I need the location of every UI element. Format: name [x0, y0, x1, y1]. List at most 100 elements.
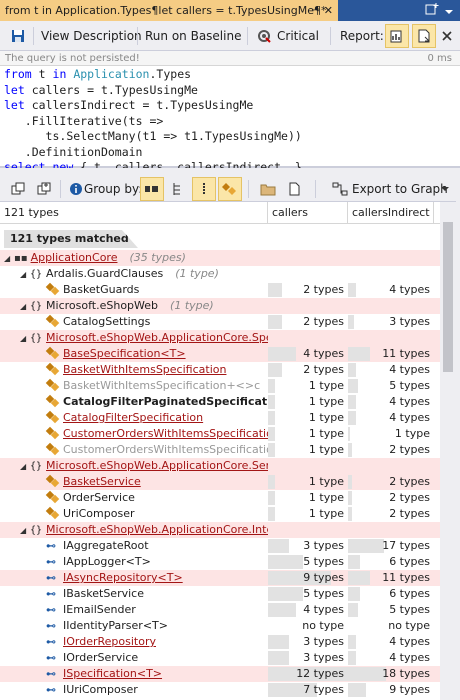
close-tab-icon[interactable]: ✕ [324, 0, 333, 21]
expand-all-icon[interactable] [32, 177, 56, 201]
critical-button[interactable]: Critical [277, 25, 319, 47]
table-row[interactable]: ◢{} Microsoft.eShopWeb.ApplicationCore.Se… [0, 458, 440, 474]
cell-value: 1 type [308, 427, 344, 440]
expander-icon[interactable]: ◢ [20, 331, 30, 346]
new-query-icon[interactable] [425, 2, 441, 19]
export-to-graph-button[interactable]: Export to Graph [352, 178, 448, 200]
expander-icon[interactable]: ◢ [20, 459, 30, 474]
critical-rule-icon[interactable] [252, 24, 276, 48]
callers-cell [268, 458, 348, 474]
row-name: IAsyncRepository<T> [63, 571, 183, 584]
export-dropdown-icon[interactable] [441, 178, 449, 200]
group-by-namespace-icon[interactable] [166, 177, 190, 201]
splitter[interactable] [0, 168, 460, 176]
value-bar [348, 411, 356, 425]
report-document-icon[interactable] [412, 24, 436, 48]
namespace-icon: {} [30, 301, 43, 312]
table-row[interactable]: ⊷ IUriComposer 7 types 9 types [0, 682, 440, 698]
table-row[interactable]: ⊷ IAppLogger<T> 5 types 6 types [0, 554, 440, 570]
close-panel-icon[interactable] [438, 24, 456, 48]
value-bar [268, 555, 303, 569]
callers-cell: 12 types [268, 666, 348, 682]
expander-icon[interactable]: ◢ [20, 299, 30, 314]
table-row[interactable]: ◢ ▪▪ ApplicationCore (35 types) [0, 250, 440, 266]
query-line[interactable]: from t in Application.Types [4, 67, 460, 83]
expander-icon[interactable]: ◢ [20, 523, 30, 538]
toolbar-separator [330, 27, 331, 45]
toolbar-separator [60, 180, 61, 198]
query-line[interactable]: .DefinitionDomain [4, 145, 460, 161]
dropdown-icon[interactable] [444, 5, 454, 19]
value-bar [268, 507, 275, 521]
table-row[interactable]: CatalogSettings 2 types 3 types [0, 314, 440, 330]
vertical-scrollbar[interactable] [440, 202, 456, 700]
view-description-button[interactable]: View Description [41, 25, 142, 47]
table-row[interactable]: OrderService 1 type 2 types [0, 490, 440, 506]
table-row[interactable]: BasketWithItemsSpecification+<>c 1 type 5 … [0, 378, 440, 394]
column-header-types[interactable]: 121 types [0, 202, 268, 224]
callers-indirect-cell: 17 types [348, 538, 432, 554]
query-line[interactable]: ts.SelectMany(t1 => t1.TypesUsingMe)) [4, 129, 460, 145]
group-by-assembly-icon[interactable] [140, 177, 164, 201]
class-icon [46, 491, 60, 503]
value-bar [348, 283, 356, 297]
toolbar-separator [137, 27, 138, 45]
column-header-callers-indirect[interactable]: callersIndirect [348, 202, 434, 224]
expander-icon[interactable]: ◢ [4, 251, 14, 266]
cell-value: 1 type [308, 395, 344, 408]
table-row[interactable]: CustomerOrdersWithItemsSpecification 1 ty… [0, 426, 440, 442]
group-by-member-icon[interactable] [218, 177, 242, 201]
callers-cell: 2 types [268, 314, 348, 330]
value-bar [348, 395, 356, 409]
collapse-all-icon[interactable] [6, 177, 30, 201]
query-line[interactable]: .FillIterative(ts => [4, 114, 460, 130]
expander-icon[interactable]: ◢ [20, 267, 30, 282]
table-row[interactable]: BaseSpecification<T> 4 types 11 types [0, 346, 440, 362]
table-row[interactable]: CatalogFilterPaginatedSpecification 1 typ… [0, 394, 440, 410]
table-row[interactable]: ◢{} Microsoft.eShopWeb (1 type) [0, 298, 440, 314]
query-line[interactable]: let callers = t.TypesUsingMe [4, 83, 460, 99]
run-on-baseline-button[interactable]: Run on Baseline [145, 25, 241, 47]
report-chart-icon[interactable] [385, 24, 409, 48]
class-icon [46, 315, 60, 327]
table-row[interactable]: UriComposer 1 type 2 types [0, 506, 440, 522]
table-row[interactable]: ◢{} Ardalis.GuardClauses (1 type) [0, 266, 440, 282]
query-line[interactable]: let callersIndirect = t.TypesUsingMe [4, 98, 460, 114]
pin-icon[interactable]: ⊸ [312, 0, 320, 21]
folder-icon[interactable] [256, 177, 280, 201]
scrollbar-thumb[interactable] [443, 222, 453, 372]
value-bar [348, 667, 386, 681]
row-name: UriComposer [63, 507, 135, 520]
value-bar [268, 363, 282, 377]
group-by-type-icon[interactable] [192, 177, 216, 201]
table-row[interactable]: ⊷ IAggregateRoot 3 types 17 types [0, 538, 440, 554]
table-row[interactable]: ⊷ IOrderRepository 3 types 4 types [0, 634, 440, 650]
query-editor[interactable]: from t in Application.Types let callers =… [0, 66, 460, 174]
export-graph-icon[interactable] [328, 177, 352, 201]
table-row[interactable]: ⊷ ISpecification<T> 12 types 18 types [0, 666, 440, 682]
table-row[interactable]: BasketWithItemsSpecification 2 types 4 typ… [0, 362, 440, 378]
callers-cell: 3 types [268, 538, 348, 554]
table-row[interactable]: ⊷ IAsyncRepository<T> 9 types 11 types [0, 570, 440, 586]
document-tab[interactable]: from t in Application.Types¶let callers … [0, 0, 338, 21]
table-row[interactable]: CatalogFilterSpecification 1 type 4 types [0, 410, 440, 426]
table-row[interactable]: BasketService 1 type 2 types [0, 474, 440, 490]
table-row[interactable]: ⊷ IIdentityParser<T> no type no type [0, 618, 440, 634]
table-row[interactable]: ⊷ IEmailSender 4 types 5 types [0, 602, 440, 618]
cell-value: 5 types [303, 587, 344, 600]
value-bar [348, 603, 358, 617]
cell-value: 5 types [389, 603, 430, 616]
table-row[interactable]: ◢{} Microsoft.eShopWeb.ApplicationCore.In… [0, 522, 440, 538]
table-row[interactable]: ◢{} Microsoft.eShopWeb.ApplicationCore.Sp… [0, 330, 440, 346]
callers-indirect-cell: 2 types [348, 506, 432, 522]
table-row[interactable]: BasketGuards 2 types 4 types [0, 282, 440, 298]
table-row[interactable]: ⊷ IBasketService 5 types 6 types [0, 586, 440, 602]
table-row[interactable]: CustomerOrdersWithItemsSpecification+<>c… [0, 442, 440, 458]
file-icon[interactable] [282, 177, 306, 201]
interface-icon: ⊷ [46, 573, 56, 584]
class-icon [46, 507, 60, 519]
column-header-callers[interactable]: callers [268, 202, 348, 224]
row-name: BasketGuards [63, 283, 140, 296]
save-icon[interactable] [6, 24, 30, 48]
table-row[interactable]: ⊷ IOrderService 3 types 4 types [0, 650, 440, 666]
